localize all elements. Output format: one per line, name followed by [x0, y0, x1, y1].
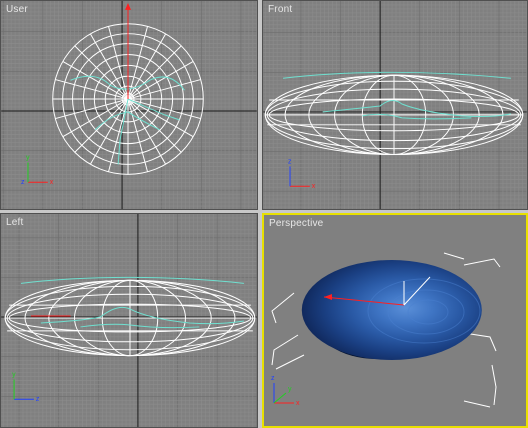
viewport-grid: [1, 214, 257, 427]
viewport-front[interactable]: x z Front: [262, 0, 528, 210]
viewport-label-front[interactable]: Front: [268, 4, 292, 15]
viewport-left[interactable]: z y Left: [0, 213, 258, 428]
axis-tripod-perspective: x y z: [271, 375, 300, 407]
axis-x-label: x: [312, 183, 316, 190]
axis-z-label: z: [271, 375, 275, 382]
viewport-grid: [263, 1, 527, 209]
axis-z-label: z: [288, 158, 292, 165]
user-viewport-canvas[interactable]: x y z: [1, 1, 257, 209]
axis-y-label: y: [26, 154, 30, 161]
shaded-ellipsoid-disc: [301, 260, 482, 360]
left-viewport-canvas[interactable]: z y: [1, 214, 257, 427]
viewport-label-perspective[interactable]: Perspective: [269, 218, 323, 229]
axis-x-label: x: [50, 179, 54, 186]
viewport-label-left[interactable]: Left: [6, 217, 23, 228]
axis-z-label: z: [36, 396, 40, 403]
ellipsoid-wireframe-front: [264, 74, 524, 156]
axis-y-label: y: [12, 371, 16, 378]
viewport-perspective[interactable]: x y z Perspective: [262, 213, 528, 428]
axis-x-label: x: [296, 400, 300, 407]
axis-y-label: y: [288, 386, 292, 393]
perspective-viewport-canvas[interactable]: x y z: [264, 215, 526, 426]
axis-z-label: z: [21, 179, 25, 186]
viewport-label-user[interactable]: User: [6, 4, 28, 15]
viewport-user[interactable]: x y z User: [0, 0, 258, 210]
front-viewport-canvas[interactable]: x z: [263, 1, 527, 209]
